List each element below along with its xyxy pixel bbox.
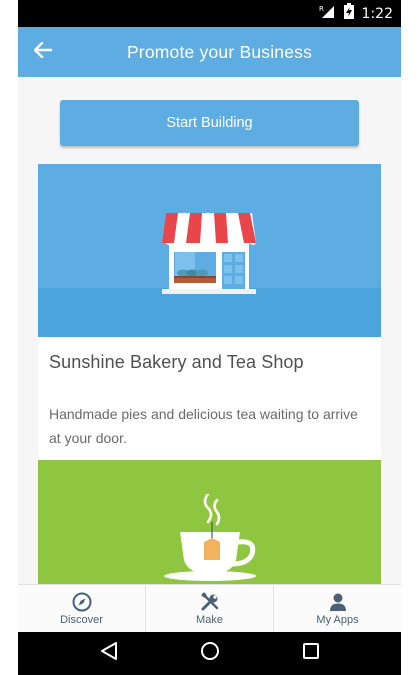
- page-title: Promote your Business: [126, 41, 313, 62]
- app-bar: Promote your Business: [18, 27, 401, 77]
- card-hero-image: [38, 164, 381, 337]
- signal-icon: R: [318, 4, 336, 23]
- tools-icon: [200, 591, 220, 612]
- nav-label: Discover: [60, 613, 103, 626]
- status-time: 1:22: [361, 5, 393, 22]
- card-title: Sunshine Bakery and Tea Shop: [49, 352, 304, 372]
- nav-discover[interactable]: Discover: [18, 585, 146, 632]
- system-back-button[interactable]: [89, 634, 129, 674]
- compass-icon: [72, 592, 92, 612]
- business-card[interactable]: Sunshine Bakery and Tea Shop Handmade pi…: [38, 164, 381, 460]
- square-recents-icon: [302, 642, 320, 665]
- status-bar: R 1:22: [18, 0, 401, 27]
- circle-home-icon: [200, 641, 220, 666]
- person-icon: [328, 592, 348, 612]
- system-navigation-bar: [18, 632, 401, 675]
- nav-make[interactable]: Make: [146, 585, 274, 632]
- card-description: Handmade pies and delicious tea waiting …: [49, 406, 358, 446]
- nav-label: My Apps: [316, 613, 359, 626]
- system-home-button[interactable]: [190, 634, 230, 674]
- bottom-navigation: Discover Make My Apps: [18, 584, 401, 632]
- device-screen: R 1:22 Promote your Business Start Build…: [18, 0, 401, 675]
- status-icons: R 1:22: [318, 0, 393, 27]
- start-building-button[interactable]: Start Building: [60, 100, 359, 146]
- nav-label: Make: [196, 613, 223, 626]
- svg-text:R: R: [319, 5, 324, 13]
- triangle-back-icon: [100, 641, 118, 666]
- tea-cup-icon: [164, 494, 256, 581]
- storefront-icon: [162, 213, 256, 294]
- battery-icon: [343, 3, 354, 24]
- tea-card[interactable]: [38, 460, 381, 584]
- nav-my-apps[interactable]: My Apps: [274, 585, 401, 632]
- system-recents-button[interactable]: [291, 634, 331, 674]
